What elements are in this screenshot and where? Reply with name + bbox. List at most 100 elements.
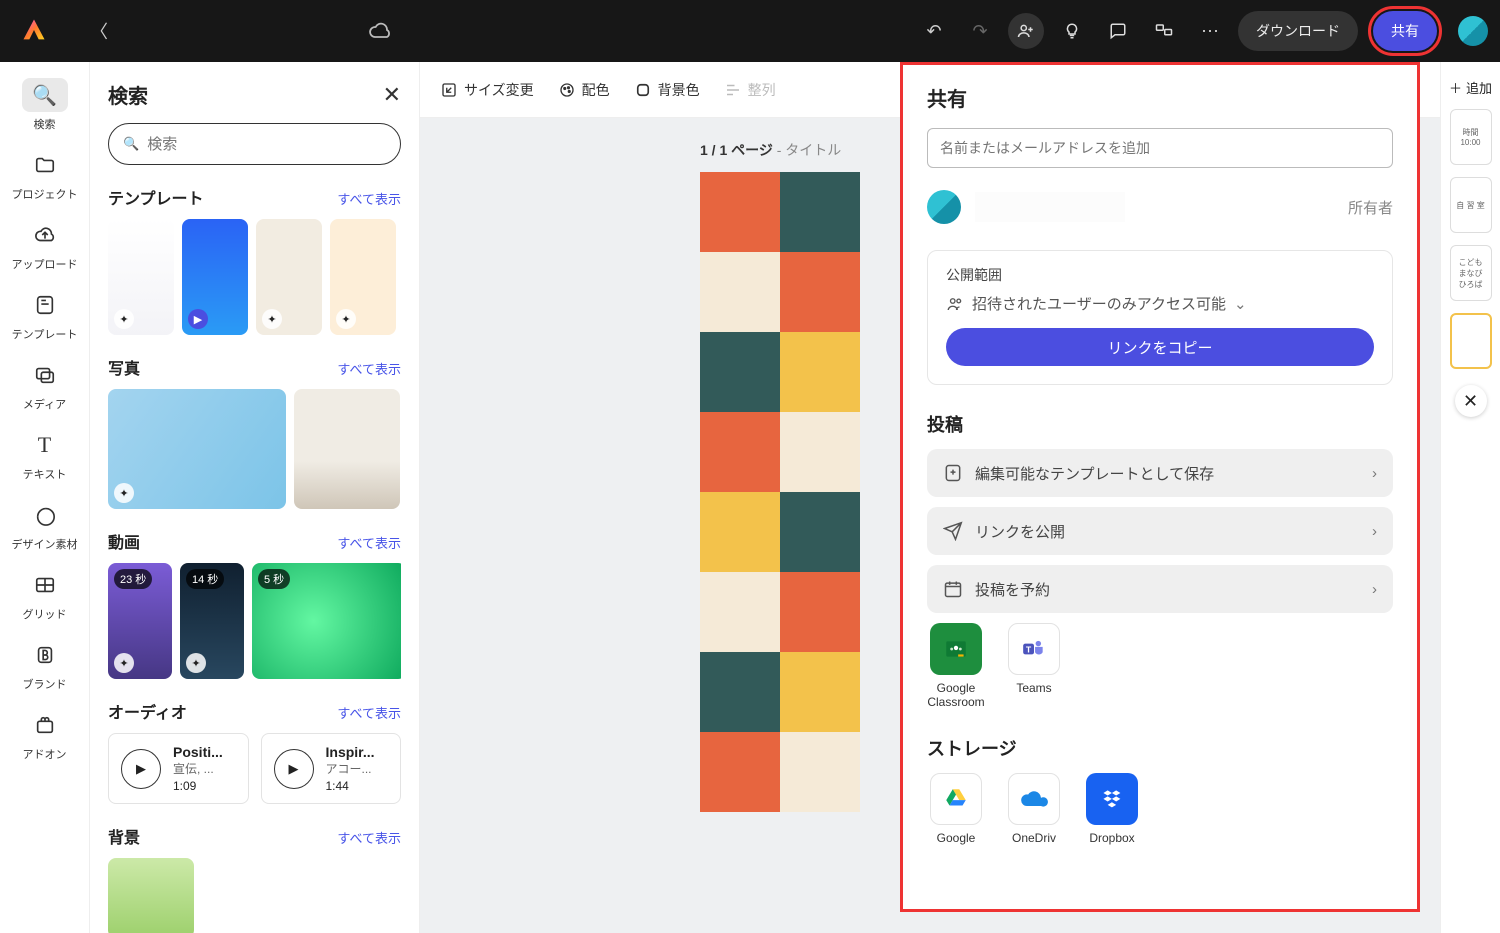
action-label: リンクを公開: [975, 521, 1065, 542]
teams-icon: T: [1008, 623, 1060, 675]
close-panel-button[interactable]: ✕: [383, 82, 401, 108]
action-label: 編集可能なテンプレートとして保存: [975, 463, 1214, 484]
visibility-value: 招待されたユーザーのみアクセス可能: [972, 293, 1226, 314]
invite-input[interactable]: [927, 128, 1393, 168]
template-thumb[interactable]: ✦: [108, 219, 174, 335]
left-rail: 🔍 検索 プロジェクト アップロード テンプレート メディア: [0, 62, 90, 933]
storage-google-drive[interactable]: Google: [927, 773, 985, 845]
photo-thumb[interactable]: [294, 389, 400, 509]
share-google-classroom[interactable]: Google Classroom: [927, 623, 985, 709]
show-all-photos[interactable]: すべて表示: [337, 359, 401, 378]
photo-thumb[interactable]: ✦: [108, 389, 286, 509]
search-input[interactable]: [147, 136, 386, 153]
template-thumb[interactable]: ✦: [330, 219, 396, 335]
visibility-select[interactable]: 招待されたユーザーのみアクセス可能 ⌄: [946, 293, 1374, 314]
page-thumb[interactable]: 時間 10:00: [1450, 109, 1492, 165]
bgcolor-button[interactable]: 背景色: [634, 80, 700, 100]
toolbar-label: 配色: [582, 80, 610, 100]
section-title-background: 背景: [108, 824, 140, 848]
show-all-background[interactable]: すべて表示: [337, 828, 401, 847]
template-thumb[interactable]: ▶: [182, 219, 248, 335]
rail-brand[interactable]: ブランド: [8, 630, 82, 698]
back-button[interactable]: 〈: [90, 18, 108, 44]
play-icon[interactable]: ▶: [274, 749, 314, 789]
tips-icon[interactable]: [1054, 13, 1090, 49]
post-section-title: 投稿: [927, 411, 1393, 437]
rail-label: グリッド: [23, 606, 67, 622]
panel-title: 検索: [108, 80, 148, 109]
storage-dropbox[interactable]: Dropbox: [1083, 773, 1141, 845]
redo-icon[interactable]: ↷: [962, 13, 998, 49]
rail-media[interactable]: メディア: [8, 350, 82, 418]
upload-icon: [34, 224, 56, 246]
undo-icon[interactable]: ↶: [916, 13, 952, 49]
play-badge-icon: ▶: [188, 309, 208, 329]
section-title-videos: 動画: [108, 529, 140, 553]
copy-link-button[interactable]: リンクをコピー: [946, 328, 1374, 366]
show-all-videos[interactable]: すべて表示: [337, 533, 401, 552]
design-canvas[interactable]: [700, 172, 850, 812]
resize-button[interactable]: サイズ変更: [440, 80, 534, 100]
share-button[interactable]: 共有: [1373, 11, 1437, 51]
video-thumb[interactable]: 14 秒 ✦: [180, 563, 244, 679]
page-thumb[interactable]: [1450, 313, 1492, 369]
rail-design-assets[interactable]: デザイン素材: [8, 490, 82, 558]
rail-grid[interactable]: グリッド: [8, 560, 82, 628]
anim-badge-icon: ✦: [262, 309, 282, 329]
save-as-template-row[interactable]: 編集可能なテンプレートとして保存 ›: [927, 449, 1393, 497]
cloud-sync-icon[interactable]: [368, 19, 392, 43]
rail-label: アドオン: [23, 746, 67, 762]
show-all-templates[interactable]: すべて表示: [337, 189, 401, 208]
audio-item[interactable]: ▶ Positi... 宣伝, ... 1:09: [108, 733, 249, 804]
page-thumb[interactable]: こども まなび ひろば: [1450, 245, 1492, 301]
storage-onedrive[interactable]: OneDriv: [1005, 773, 1063, 845]
rail-templates[interactable]: テンプレート: [8, 280, 82, 348]
anim-badge-icon: ✦: [114, 309, 134, 329]
owner-name-redacted: [975, 192, 1125, 222]
share-teams[interactable]: T Teams: [1005, 623, 1063, 709]
video-thumb[interactable]: 23 秒 ✦: [108, 563, 172, 679]
onedrive-icon: [1008, 773, 1060, 825]
color-button[interactable]: 配色: [558, 80, 610, 100]
search-icon: 🔍: [32, 83, 57, 108]
page-indicator[interactable]: 1 / 1 ページ - タイトル: [700, 140, 841, 160]
show-all-audio[interactable]: すべて表示: [337, 703, 401, 722]
user-avatar[interactable]: [1458, 16, 1488, 46]
app-logo[interactable]: [20, 16, 50, 46]
toolbar-label: 整列: [748, 80, 776, 100]
toolbar-label: 背景色: [658, 80, 700, 100]
comment-icon[interactable]: [1100, 13, 1136, 49]
toolbar-label: サイズ変更: [464, 80, 534, 100]
rail-upload[interactable]: アップロード: [8, 210, 82, 278]
video-thumb[interactable]: 5 秒: [252, 563, 401, 679]
rail-addons[interactable]: アドオン: [8, 700, 82, 768]
rail-label: 検索: [34, 116, 56, 132]
search-field[interactable]: 🔍: [108, 123, 401, 165]
play-icon[interactable]: ▶: [121, 749, 161, 789]
schedule-post-row[interactable]: 投稿を予約 ›: [927, 565, 1393, 613]
svg-text:T: T: [1026, 644, 1032, 654]
rail-search[interactable]: 🔍 検索: [8, 70, 82, 138]
rail-label: デザイン素材: [12, 536, 78, 552]
add-page-label: 追加: [1466, 78, 1492, 97]
google-drive-icon: [930, 773, 982, 825]
download-button[interactable]: ダウンロード: [1238, 11, 1358, 51]
more-icon[interactable]: ⋯: [1192, 13, 1228, 49]
collapse-pages-button[interactable]: ✕: [1455, 385, 1487, 417]
video-duration: 14 秒: [186, 569, 224, 589]
invite-person-icon[interactable]: [1008, 13, 1044, 49]
app-label: Dropbox: [1089, 831, 1134, 845]
rail-text[interactable]: T テキスト: [8, 420, 82, 488]
audio-item[interactable]: ▶ Inspir... アコー... 1:44: [261, 733, 402, 804]
text-icon: T: [38, 432, 51, 458]
page-thumb[interactable]: 自 習 室: [1450, 177, 1492, 233]
brand-icon: [34, 644, 56, 666]
rail-projects[interactable]: プロジェクト: [8, 140, 82, 208]
add-page-button[interactable]: ＋ 追加: [1449, 78, 1492, 97]
publish-link-row[interactable]: リンクを公開 ›: [927, 507, 1393, 555]
rail-label: テキスト: [23, 466, 67, 482]
template-thumb[interactable]: ✦: [256, 219, 322, 335]
present-icon[interactable]: [1146, 13, 1182, 49]
background-thumb[interactable]: [108, 858, 194, 933]
premium-badge-icon: ✦: [114, 483, 134, 503]
